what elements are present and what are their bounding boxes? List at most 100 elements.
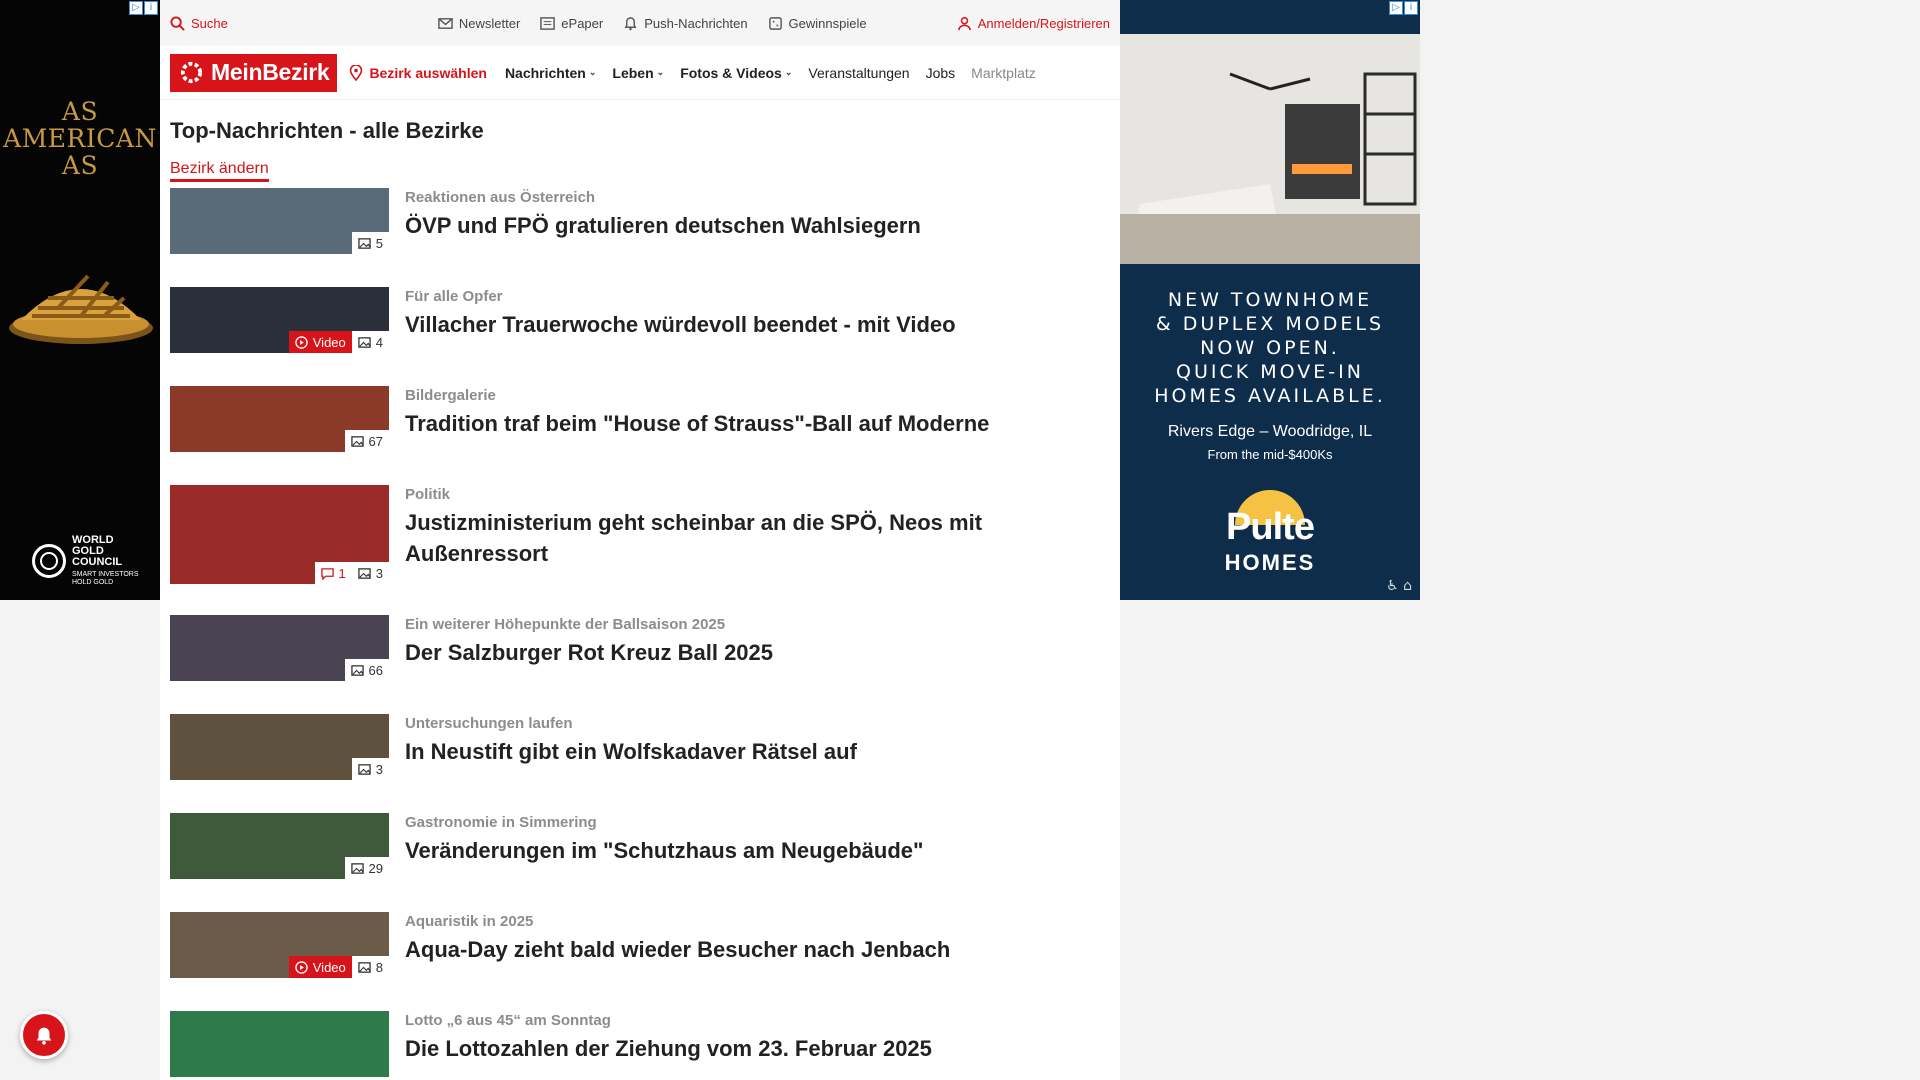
user-icon (957, 16, 971, 30)
bell-icon (36, 1027, 52, 1045)
photo-count: 5 (375, 235, 383, 251)
article-headline[interactable]: Die Lottozahlen der Ziehung vom 23. Febr… (405, 1033, 932, 1064)
video-badge: Video (288, 956, 352, 978)
select-bezirk-button[interactable]: Bezirk auswählen (349, 64, 487, 81)
adchoices-icon[interactable]: ▷ (129, 1, 143, 15)
change-bezirk-link[interactable]: Bezirk ändern (170, 160, 269, 182)
gewinnspiele-link[interactable]: Gewinnspiele (768, 16, 867, 31)
bell-icon (624, 16, 637, 30)
photo-count: 3 (375, 761, 383, 777)
article-headline[interactable]: Veränderungen im "Schutzhaus am Neugebäu… (405, 835, 923, 866)
play-icon (295, 960, 308, 974)
article-item[interactable]: 3 Untersuchungen laufen In Neustift gibt… (170, 714, 1110, 813)
ad-headline-line: AMERICAN (3, 124, 157, 153)
article-kicker: Aquaristik in 2025 (405, 913, 534, 930)
photo-count-badge: 3 (351, 562, 389, 584)
tagline-line: SMART INVESTORS (72, 571, 139, 578)
pie-image (9, 274, 153, 344)
article-headline[interactable]: In Neustift gibt ein Wolfskadaver Rätsel… (405, 736, 857, 767)
logo-text: MeinBezirk (211, 59, 330, 85)
push-link[interactable]: Push-Nachrichten (623, 15, 748, 31)
article-headline[interactable]: Der Salzburger Rot Kreuz Ball 2025 (405, 637, 773, 668)
image-icon (358, 237, 371, 249)
nav-marktplatz[interactable]: Marktplatz (971, 65, 1036, 81)
epaper-label: ePaper (561, 15, 604, 31)
ad-headline-line: AS (61, 151, 99, 180)
article-headline[interactable]: Aqua-Day zieht bald wieder Besucher nach… (405, 934, 950, 965)
article-thumbnail[interactable]: Video 8 (170, 912, 389, 978)
ad-choices[interactable]: ▷ i (1389, 1, 1418, 15)
comment-icon (320, 567, 334, 580)
nav-leben[interactable]: Leben ⌄ (612, 65, 664, 81)
left-advertisement[interactable]: ▷ i AS AMERICAN AS WORLD GOLD COUNCIL SM… (0, 0, 160, 600)
ad-choices[interactable]: ▷ i (129, 1, 158, 15)
info-icon[interactable]: i (1404, 1, 1418, 15)
article-item[interactable]: 66 Ein weiterer Höhepunkte der Ballsaiso… (170, 615, 1110, 714)
photo-count: 8 (375, 959, 383, 975)
photo-count: 4 (375, 334, 383, 350)
article-thumbnail[interactable]: 29 (170, 813, 389, 879)
article-item[interactable]: 29 Gastronomie in Simmering Veränderunge… (170, 813, 1110, 912)
living-room-photo (1120, 34, 1420, 264)
push-label: Push-Nachrichten (644, 15, 748, 31)
main-column: Suche Newsletter ePaper Push-Nachrichten… (160, 0, 1120, 1080)
info-icon[interactable]: i (144, 1, 158, 15)
newsletter-link[interactable]: Newsletter (438, 16, 520, 31)
nav-fotos-videos[interactable]: Fotos & Videos ⌄ (680, 65, 792, 81)
search-link[interactable]: Suche (170, 16, 228, 31)
article-thumbnail[interactable]: 5 (170, 188, 389, 254)
pulte-homes-text: HOMES (1224, 550, 1316, 575)
play-icon (295, 335, 308, 349)
nav-label: Leben (612, 64, 654, 81)
newspaper-icon (540, 16, 556, 30)
article-thumbnail[interactable]: 67 (170, 386, 389, 452)
article-item[interactable]: Lotto „6 aus 45“ am Sonntag Die Lottozah… (170, 1011, 1110, 1080)
ad-copy-line: & DUPLEX MODELS (1155, 313, 1385, 335)
comment-count-badge: 1 (314, 562, 352, 584)
nav-jobs[interactable]: Jobs (926, 65, 956, 81)
dice-icon (768, 16, 782, 30)
location-pin-icon (350, 64, 363, 81)
article-item[interactable]: Video 4 Für alle Opfer Villacher Trauerwo… (170, 287, 1110, 386)
article-headline[interactable]: Tradition traf beim "House of Strauss"-B… (405, 408, 989, 439)
push-notification-button[interactable] (20, 1011, 68, 1059)
ad-location: Rivers Edge – Woodridge, IL (1167, 423, 1373, 440)
article-thumbnail[interactable] (170, 1011, 389, 1077)
article-thumbnail[interactable]: 66 (170, 615, 389, 681)
article-thumbnail[interactable]: Video 4 (170, 287, 389, 353)
article-item[interactable]: Video 8 Aquaristik in 2025 Aqua-Day zieht… (170, 912, 1110, 1011)
article-thumbnail[interactable]: 13 (170, 485, 389, 584)
article-item[interactable]: 5 Reaktionen aus Österreich ÖVP und FPÖ … (170, 188, 1110, 287)
world-gold-council-logo: WORLD GOLD COUNCIL SMART INVESTORS HOLD … (32, 535, 139, 587)
article-thumbnail[interactable]: 3 (170, 714, 389, 780)
article-headline[interactable]: Justizministerium geht scheinbar an die … (405, 507, 1045, 569)
article-headline[interactable]: ÖVP und FPÖ gratulieren deutschen Wahlsi… (405, 210, 921, 241)
search-label: Suche (191, 15, 228, 31)
article-list: 5 Reaktionen aus Österreich ÖVP und FPÖ … (170, 188, 1110, 1080)
ad-copy: NEW TOWNHOME & DUPLEX MODELS NOW OPEN. Q… (1120, 288, 1420, 408)
meinbezirk-logo[interactable]: MeinBezirk (170, 53, 338, 92)
photo-count: 67 (368, 433, 383, 449)
video-label: Video (312, 334, 346, 350)
ad-copy-line: HOMES AVAILABLE. (1154, 385, 1386, 407)
photo-count-badge: 3 (351, 758, 389, 780)
nav-label: Jobs (925, 64, 956, 81)
image-icon (358, 567, 371, 579)
article-item[interactable]: 67 Bildergalerie Tradition traf beim "Ho… (170, 386, 1110, 485)
photo-count-badge: 8 (351, 956, 389, 978)
nav-veranstaltungen[interactable]: Veranstaltungen (808, 65, 909, 81)
chevron-down-icon: ⌄ (656, 67, 665, 77)
pulte-wordmark: Pulte (1226, 506, 1315, 548)
article-kicker: Politik (405, 486, 451, 503)
page-title: Top-Nachrichten - alle Bezirke (170, 118, 484, 143)
article-headline[interactable]: Villacher Trauerwoche würdevoll beendet … (405, 309, 956, 340)
epaper-link[interactable]: ePaper (540, 16, 603, 31)
right-advertisement[interactable]: ▷ i NEW TOWNHOME & DUPLEX MODELS NOW OPE… (1120, 0, 1420, 600)
accessibility-icon: ♿ ⌂ (1386, 578, 1412, 594)
article-kicker: Ein weiterer Höhepunkte der Ballsaison 2… (405, 616, 726, 633)
article-item[interactable]: 13 Politik Justizministerium geht schein… (170, 485, 1110, 615)
adchoices-icon[interactable]: ▷ (1389, 1, 1403, 15)
login-link[interactable]: Anmelden/Registrieren (957, 16, 1110, 31)
nav-nachrichten[interactable]: Nachrichten ⌄ (505, 65, 596, 81)
article-kicker: Lotto „6 aus 45“ am Sonntag (405, 1012, 611, 1029)
